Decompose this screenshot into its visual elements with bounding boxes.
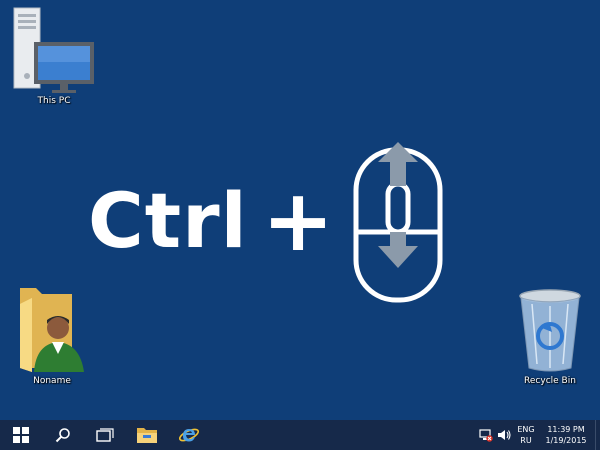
input-language-indicator[interactable]: ENG RU [513,424,539,446]
task-view-button[interactable] [84,420,126,450]
desktop[interactable]: This PC Noname Recycle Bin Ctrl + [0,0,600,420]
plus-sign: + [262,171,335,271]
lang-primary: ENG [517,425,535,434]
ctrl-key-text: Ctrl [88,176,248,265]
desktop-icon-label: Noname [33,376,71,386]
desktop-icon-this-pc[interactable]: This PC [10,6,98,106]
user-folder-icon [20,288,84,372]
task-view-icon [96,428,114,442]
recycle-bin-icon [519,289,581,372]
start-button[interactable] [0,420,42,450]
search-icon [55,428,70,443]
volume-button[interactable] [495,420,513,450]
volume-icon [498,430,511,440]
lang-secondary: RU [520,436,532,445]
taskbar: ENG RU 11:39 PM 1/19/2015 [0,420,600,450]
desktop-icon-label: This PC [37,96,71,106]
internet-explorer-button[interactable] [168,420,210,450]
clock-date: 1/19/2015 [545,436,587,445]
computer-icon [13,7,94,93]
desktop-icon-noname[interactable]: Noname [8,284,96,386]
file-explorer-icon [137,428,157,443]
clock[interactable]: 11:39 PM 1/19/2015 [539,424,593,446]
network-button[interactable] [477,420,495,450]
windows-start-icon [13,427,29,443]
mouse-scroll-wheel-icon [353,142,443,303]
desktop-icon-recycle-bin[interactable]: Recycle Bin [505,284,595,386]
show-desktop-button[interactable] [595,420,600,450]
system-tray: ENG RU 11:39 PM 1/19/2015 [477,420,600,450]
desktop-icon-label: Recycle Bin [524,376,576,386]
internet-explorer-icon [178,428,200,442]
clock-time: 11:39 PM [547,425,585,434]
file-explorer-button[interactable] [126,420,168,450]
network-disconnected-icon [479,429,493,442]
search-button[interactable] [42,420,84,450]
